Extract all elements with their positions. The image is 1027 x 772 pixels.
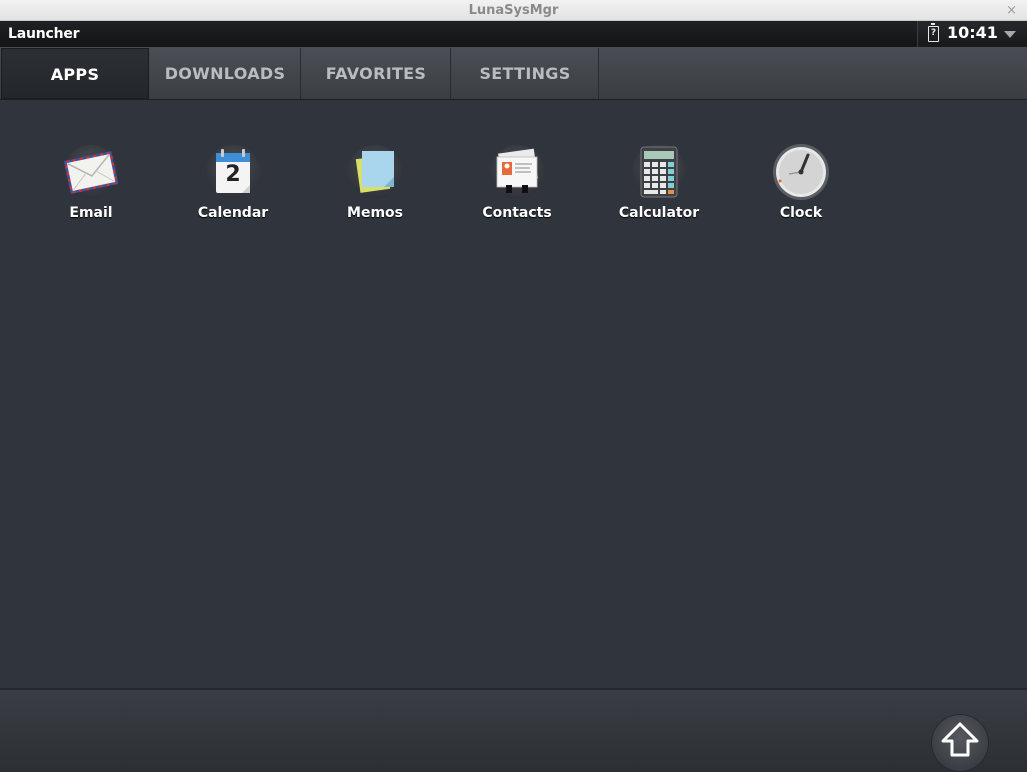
tab-favorites[interactable]: FAVORITES	[302, 48, 451, 99]
app-label: Memos	[347, 205, 403, 221]
home-arrow-icon	[941, 722, 979, 757]
app-clock[interactable]: Clock	[741, 143, 861, 221]
status-bar: Launcher ? 10:41	[0, 21, 1027, 47]
memo-note-icon	[346, 143, 404, 201]
battery-icon: ?	[928, 23, 939, 42]
close-icon[interactable]: ×	[1006, 0, 1017, 21]
app-calculator[interactable]: Calculator	[599, 143, 719, 221]
app-label: Email	[69, 205, 113, 221]
calculator-icon	[630, 143, 688, 201]
chevron-down-icon[interactable]	[1004, 31, 1016, 38]
tab-apps[interactable]: APPS	[1, 48, 149, 99]
window-title: LunaSysMgr	[468, 3, 559, 18]
bottom-bar	[0, 688, 1027, 772]
envelope-icon	[62, 143, 120, 201]
clock-icon	[772, 143, 830, 201]
app-email[interactable]: Email	[31, 143, 151, 221]
app-contacts[interactable]: Contacts	[457, 143, 577, 221]
home-button[interactable]	[932, 715, 988, 771]
tab-downloads[interactable]: DOWNLOADS	[150, 48, 301, 99]
tab-settings[interactable]: SETTINGS	[452, 48, 599, 99]
app-grid: Email 2 Calendar Memos Contacts Calculat…	[0, 100, 1027, 688]
launcher-tab-bar: APPS DOWNLOADS FAVORITES SETTINGS	[0, 47, 1027, 100]
clock-time: 10:41	[947, 23, 998, 42]
app-label: Calculator	[618, 205, 700, 221]
contact-card-icon	[488, 143, 546, 201]
app-label: Contacts	[482, 205, 552, 221]
app-label: Clock	[779, 205, 823, 221]
status-app-title: Launcher	[8, 26, 80, 42]
system-menu[interactable]: ? 10:41	[917, 21, 1027, 47]
calendar-icon: 2	[204, 143, 262, 201]
window-titlebar: LunaSysMgr ×	[0, 0, 1027, 21]
app-calendar[interactable]: 2 Calendar	[173, 143, 293, 221]
app-memos[interactable]: Memos	[315, 143, 435, 221]
app-label: Calendar	[197, 205, 269, 221]
